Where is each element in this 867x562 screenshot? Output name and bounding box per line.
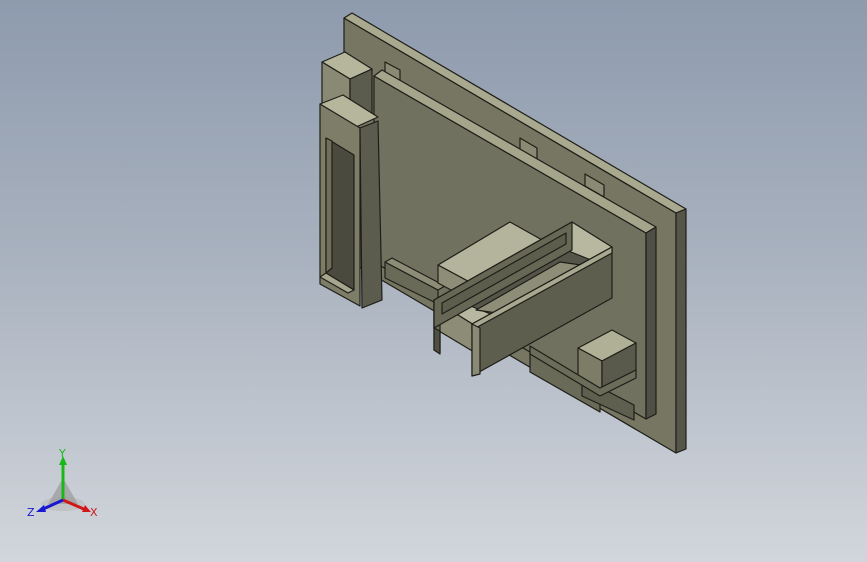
latch-slot-inner-wall	[325, 137, 333, 274]
bracket-left-tab	[433, 327, 441, 355]
graphics-viewport[interactable]: Y X Z	[0, 0, 867, 562]
3d-model-view[interactable]	[0, 0, 867, 562]
z-axis-label: Z	[27, 506, 35, 519]
front-board-side-face	[645, 226, 657, 420]
handle-plate-left-edge	[471, 323, 481, 377]
x-axis-label: X	[90, 506, 98, 519]
y-axis-label: Y	[58, 448, 66, 460]
orientation-triad[interactable]: Y X Z	[26, 448, 102, 520]
latch-frame-side	[359, 120, 383, 309]
back-plate-side-face	[675, 208, 687, 454]
